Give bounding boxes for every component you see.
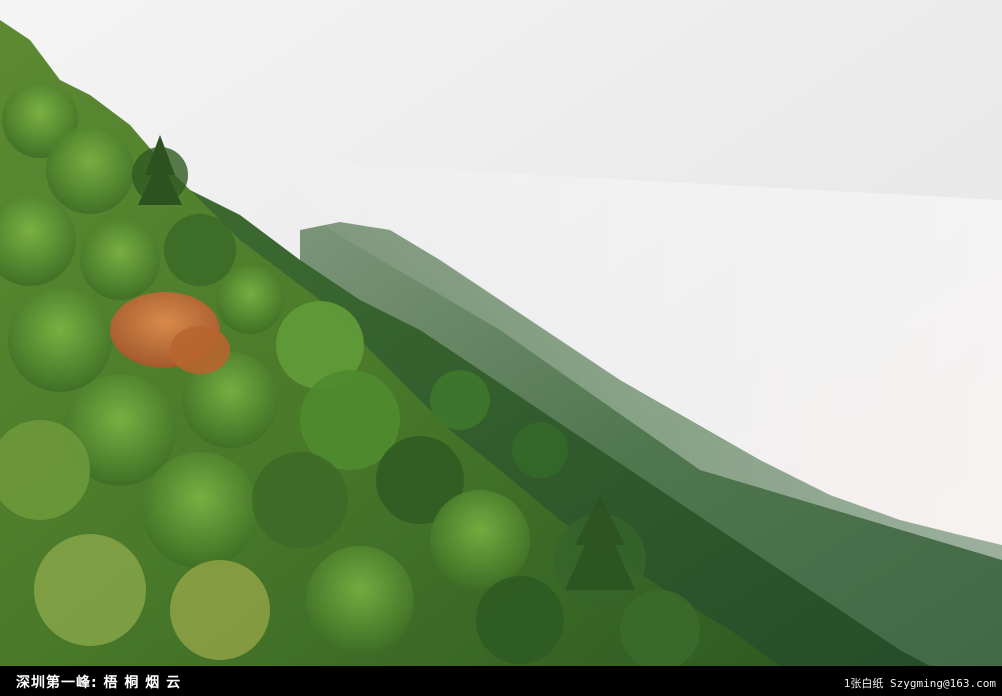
photo-title: 深圳第一峰: 梧 桐 烟 云 <box>16 675 182 691</box>
misty-mountain-scene <box>0 0 1002 666</box>
photo-frame: 深圳第一峰: 梧 桐 烟 云 1张白纸 Szygming@163.com <box>0 0 1002 696</box>
photo-credit: 1张白纸 Szygming@163.com <box>843 677 996 690</box>
caption-bar: 深圳第一峰: 梧 桐 烟 云 1张白纸 Szygming@163.com <box>0 666 1002 696</box>
landscape-photo <box>0 0 1002 666</box>
